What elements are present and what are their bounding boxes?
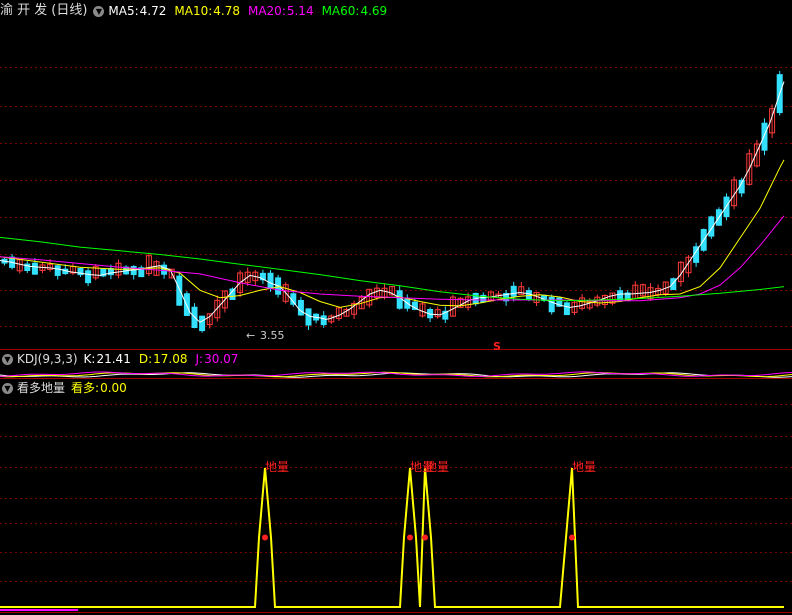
indicator-line-看多 (0, 467, 784, 608)
indicator-lines: 地量 地量地量 地量 (0, 460, 784, 611)
candle-body-35 (267, 272, 274, 288)
kdj-panel-header: ▼ KDJ(9,3,3) K: 21.41 D: 17.08 J: 30.07 (0, 351, 242, 367)
candle-body-11 (85, 270, 92, 284)
chevron-down-icon[interactable]: ▼ (2, 382, 13, 394)
candle-body-40 (305, 308, 312, 326)
period-label: (日线) (51, 3, 88, 18)
peak-label-3: 地量 (572, 460, 596, 474)
j-value: 30.07 (204, 352, 239, 366)
indicator-line-value: 0.00 (100, 381, 127, 395)
peak-label-0: 地量 (265, 460, 289, 474)
k-value: 21.41 (96, 352, 131, 366)
candle-body-74 (563, 302, 570, 316)
candle-body-81 (617, 290, 624, 301)
ma10-label: MA10: (174, 4, 213, 18)
kdj-lines (0, 371, 792, 378)
kdj-name: KDJ(9,3,3) (17, 352, 78, 366)
peak-dot-2 (422, 534, 428, 541)
chevron-down-icon[interactable]: ▼ (2, 353, 13, 365)
ma5-value: 4.72 (139, 4, 167, 18)
d-label: D: (138, 352, 153, 366)
candle-body-42 (320, 315, 327, 326)
ma60-label: MA60: (321, 4, 360, 18)
sell-signal-mark: S (493, 340, 501, 353)
candle-body-100 (761, 122, 768, 151)
candle-body-67 (510, 285, 517, 297)
stock-name: 渝 开 发 (0, 3, 48, 18)
indicator-panel-header: ▼ 看多地量 看多: 0.00 (0, 380, 131, 396)
k-label: K: (83, 352, 96, 366)
ma20-value: 5.14 (286, 4, 314, 18)
d-value: 17.08 (153, 352, 188, 366)
peak-label-2: 地量 (425, 460, 449, 474)
candle-body-4 (31, 262, 38, 275)
peak-dot-1 (407, 534, 413, 541)
j-label: J: (195, 352, 204, 366)
peak-dot-0 (262, 534, 268, 541)
peak-dot-3 (569, 534, 575, 541)
ma10-value: 4.78 (213, 4, 240, 18)
grid-lines (0, 67, 792, 613)
ma5-label: MA5: (108, 4, 139, 18)
price-panel-header: 渝 开 发 (日线) ▼ MA5: 4.72 MA10: 4.78 MA20: … (0, 3, 391, 19)
candle-body-7 (54, 265, 61, 276)
indicator-line-label: 看多: (71, 381, 100, 395)
ma60-value: 4.69 (360, 4, 388, 18)
low-price-label: 3.55 (260, 329, 285, 342)
chevron-down-icon[interactable]: ▼ (93, 5, 105, 17)
candle-body-23 (176, 275, 183, 306)
indicator-name: 看多地量 (17, 381, 66, 395)
candle-body-69 (525, 290, 532, 300)
candle-body-39 (297, 299, 304, 316)
candle-body-52 (396, 290, 403, 309)
low-price-arrow: ← (246, 329, 255, 342)
stock-chart: 地量 地量地量 地量 3.55 ← S (0, 67, 792, 613)
series-line-ma10 (0, 159, 785, 308)
candle-body-26 (199, 315, 206, 332)
ma20-label: MA20: (247, 4, 286, 18)
